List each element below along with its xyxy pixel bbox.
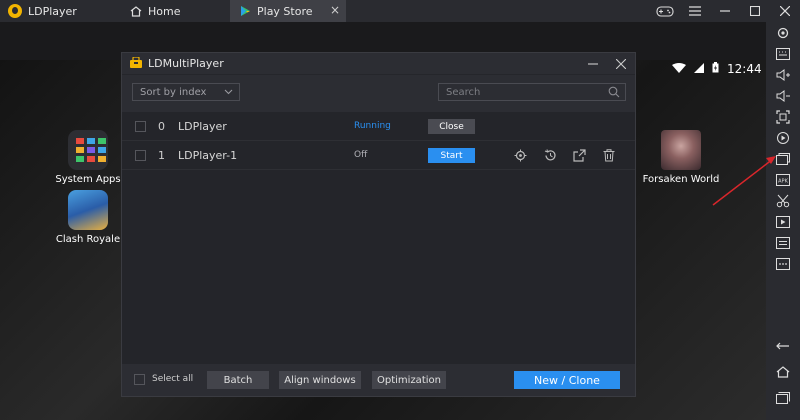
instance-status: Off: [354, 150, 368, 160]
close-instance-button[interactable]: Close: [428, 119, 475, 134]
search-input[interactable]: [439, 84, 599, 100]
sort-dropdown[interactable]: Sort by index: [132, 83, 240, 101]
instance-checkbox[interactable]: [135, 150, 146, 161]
instance-list: 0 LDPlayer Running Close 1 LDPlayer-1 Of…: [122, 112, 635, 364]
chevron-down-icon: [224, 87, 233, 99]
search-icon[interactable]: [608, 86, 620, 101]
instance-name: LDPlayer-1: [178, 149, 238, 162]
multiplayer-dialog: LDMultiPlayer Sort by index 0: [121, 52, 636, 397]
multiplayer-icon: [130, 55, 142, 71]
start-instance-button[interactable]: Start: [428, 148, 475, 163]
shortcut-export-icon[interactable]: [572, 148, 586, 162]
instance-settings-icon[interactable]: [513, 148, 527, 162]
new-clone-button[interactable]: New / Clone: [514, 371, 620, 389]
align-windows-button[interactable]: Align windows: [279, 371, 361, 389]
delete-icon[interactable]: [602, 148, 616, 162]
backup-restore-icon[interactable]: [543, 148, 557, 162]
instance-checkbox[interactable]: [135, 121, 146, 132]
dialog-footer: Select all Batch Align windows Optimizat…: [122, 364, 635, 396]
sort-dropdown-label: Sort by index: [140, 86, 207, 98]
instance-name: LDPlayer: [178, 120, 227, 133]
instance-index: 0: [158, 120, 165, 133]
optimization-button[interactable]: Optimization: [372, 371, 446, 389]
dialog-header: LDMultiPlayer: [122, 53, 635, 75]
batch-button[interactable]: Batch: [207, 371, 269, 389]
dialog-title: LDMultiPlayer: [148, 57, 224, 70]
dialog-close-icon[interactable]: [607, 53, 635, 75]
instance-status: Running: [354, 121, 391, 131]
instance-row: 1 LDPlayer-1 Off Start: [122, 141, 635, 170]
select-all-label: Select all: [152, 374, 194, 384]
dialog-toolbar: Sort by index: [122, 75, 635, 111]
instance-index: 1: [158, 149, 165, 162]
select-all-checkbox[interactable]: [134, 374, 145, 385]
search-box[interactable]: [438, 83, 626, 101]
instance-row: 0 LDPlayer Running Close: [122, 112, 635, 141]
dialog-minimize-icon[interactable]: [579, 53, 607, 75]
